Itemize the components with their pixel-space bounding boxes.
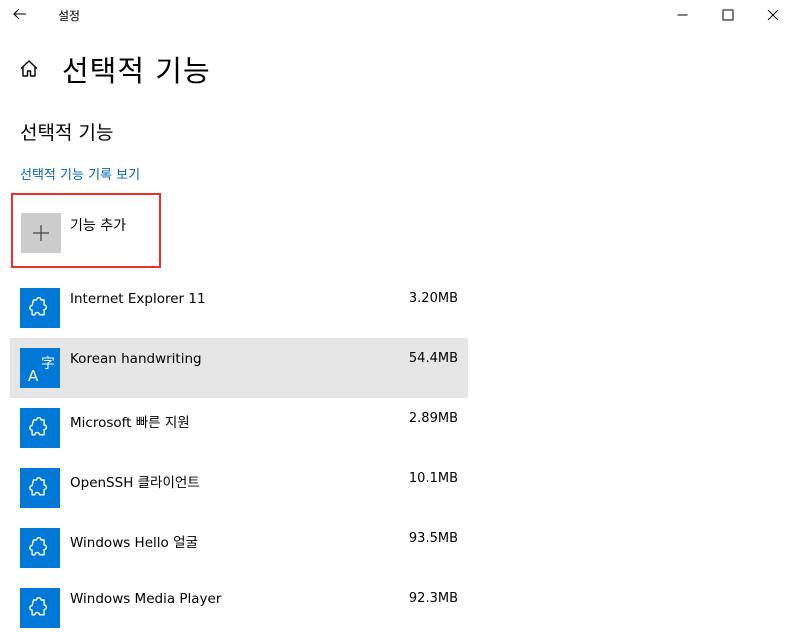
add-feature-button[interactable]: 기능 추가 bbox=[11, 193, 161, 268]
feature-tile: 字 A bbox=[20, 348, 60, 388]
close-icon bbox=[767, 9, 779, 21]
section-title: 선택적 기능 bbox=[20, 122, 114, 144]
feature-item-windows-media-player[interactable]: Windows Media Player 92.3MB bbox=[10, 578, 468, 632]
feature-size: 92.3MB bbox=[408, 591, 458, 606]
feature-size: 3.20MB bbox=[408, 291, 458, 306]
minimize-button[interactable] bbox=[660, 0, 706, 30]
feature-name: OpenSSH 클라이언트 bbox=[70, 475, 200, 491]
feature-tile bbox=[20, 408, 60, 448]
window-title: 설정 bbox=[58, 9, 81, 23]
back-arrow-icon bbox=[13, 8, 26, 20]
feature-size: 10.1MB bbox=[408, 471, 458, 486]
back-button[interactable] bbox=[5, 2, 35, 26]
add-feature-tile bbox=[21, 213, 61, 253]
feature-tile bbox=[20, 468, 60, 508]
feature-name: Korean handwriting bbox=[70, 351, 202, 367]
feature-name: Internet Explorer 11 bbox=[70, 291, 206, 307]
maximize-button[interactable] bbox=[705, 0, 751, 30]
feature-name: Windows Hello 얼굴 bbox=[70, 535, 198, 551]
close-button[interactable] bbox=[750, 0, 792, 30]
add-feature-label: 기능 추가 bbox=[70, 218, 126, 234]
home-icon bbox=[20, 60, 38, 77]
puzzle-icon bbox=[29, 597, 48, 616]
svg-text:字: 字 bbox=[41, 356, 55, 372]
feature-name: Windows Media Player bbox=[70, 591, 222, 607]
feature-item-openssh-client[interactable]: OpenSSH 클라이언트 10.1MB bbox=[10, 458, 468, 518]
plus-icon bbox=[33, 225, 49, 241]
minimize-icon bbox=[677, 14, 688, 16]
feature-size: 93.5MB bbox=[408, 531, 458, 546]
puzzle-icon bbox=[29, 297, 48, 316]
feature-tile bbox=[20, 588, 60, 628]
svg-text:A: A bbox=[28, 367, 39, 385]
puzzle-icon bbox=[29, 537, 48, 556]
feature-item-korean-handwriting[interactable]: 字 A Korean handwriting 54.4MB bbox=[10, 338, 468, 398]
feature-size: 2.89MB bbox=[408, 411, 458, 426]
feature-item-windows-hello-face[interactable]: Windows Hello 얼굴 93.5MB bbox=[10, 518, 468, 578]
puzzle-icon bbox=[29, 477, 48, 496]
home-button[interactable] bbox=[18, 58, 44, 84]
feature-item-quick-assist[interactable]: Microsoft 빠른 지원 2.89MB bbox=[10, 398, 468, 458]
feature-size: 54.4MB bbox=[408, 351, 458, 366]
page-title: 선택적 기능 bbox=[62, 54, 211, 88]
feature-tile bbox=[20, 528, 60, 568]
feature-name: Microsoft 빠른 지원 bbox=[70, 415, 190, 431]
maximize-icon bbox=[722, 9, 734, 21]
feature-history-link[interactable]: 선택적 기능 기록 보기 bbox=[20, 164, 140, 183]
feature-tile bbox=[20, 288, 60, 328]
title-bar: 설정 bbox=[0, 0, 792, 30]
feature-item-internet-explorer[interactable]: Internet Explorer 11 3.20MB bbox=[10, 278, 468, 338]
feature-list: Internet Explorer 11 3.20MB 字 A Korean h… bbox=[10, 278, 468, 632]
puzzle-icon bbox=[29, 417, 48, 436]
language-icon: 字 A bbox=[28, 356, 55, 385]
settings-window: 설정 선택적 기능 선택적 기능 선택적 기능 기록 보기 기능 추가 Inte… bbox=[0, 0, 792, 632]
